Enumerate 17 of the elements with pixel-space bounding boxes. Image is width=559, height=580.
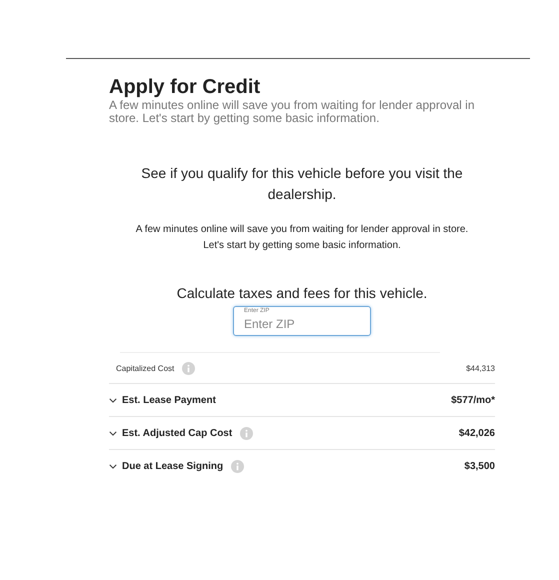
row-label: Due at Lease Signing — [122, 460, 224, 472]
row-value: $42,026 — [458, 428, 495, 438]
page-title: Apply for Credit — [109, 75, 262, 99]
chevron-icon[interactable] — [109, 430, 117, 436]
calculator-heading: Calculate taxes and fees for this vehicle. — [176, 284, 428, 302]
intro-text: Let's start by getting some basic information. — [202, 239, 402, 253]
row-label: Capitalized Cost — [116, 364, 174, 372]
intro-text: A few minutes online will save you from waiting for lender approval in store. — [134, 223, 470, 237]
chevron-icon[interactable] — [109, 398, 117, 402]
row-value: $577/mo* — [451, 394, 495, 406]
chevron-icon[interactable] — [109, 464, 117, 468]
row-value: $3,500 — [464, 460, 495, 472]
row-label: Est. Lease Payment — [122, 394, 216, 406]
row-value: $44,313 — [466, 364, 495, 372]
row-label: Est. Adjusted Cap Cost — [122, 428, 232, 438]
intro-heading: See if you qualify for this vehicle before you visit the dealership. — [140, 164, 464, 204]
page-subtitle: A few minutes online will save you from waiting for lender approval in store. Let's start by getting some basic information. — [109, 99, 476, 125]
